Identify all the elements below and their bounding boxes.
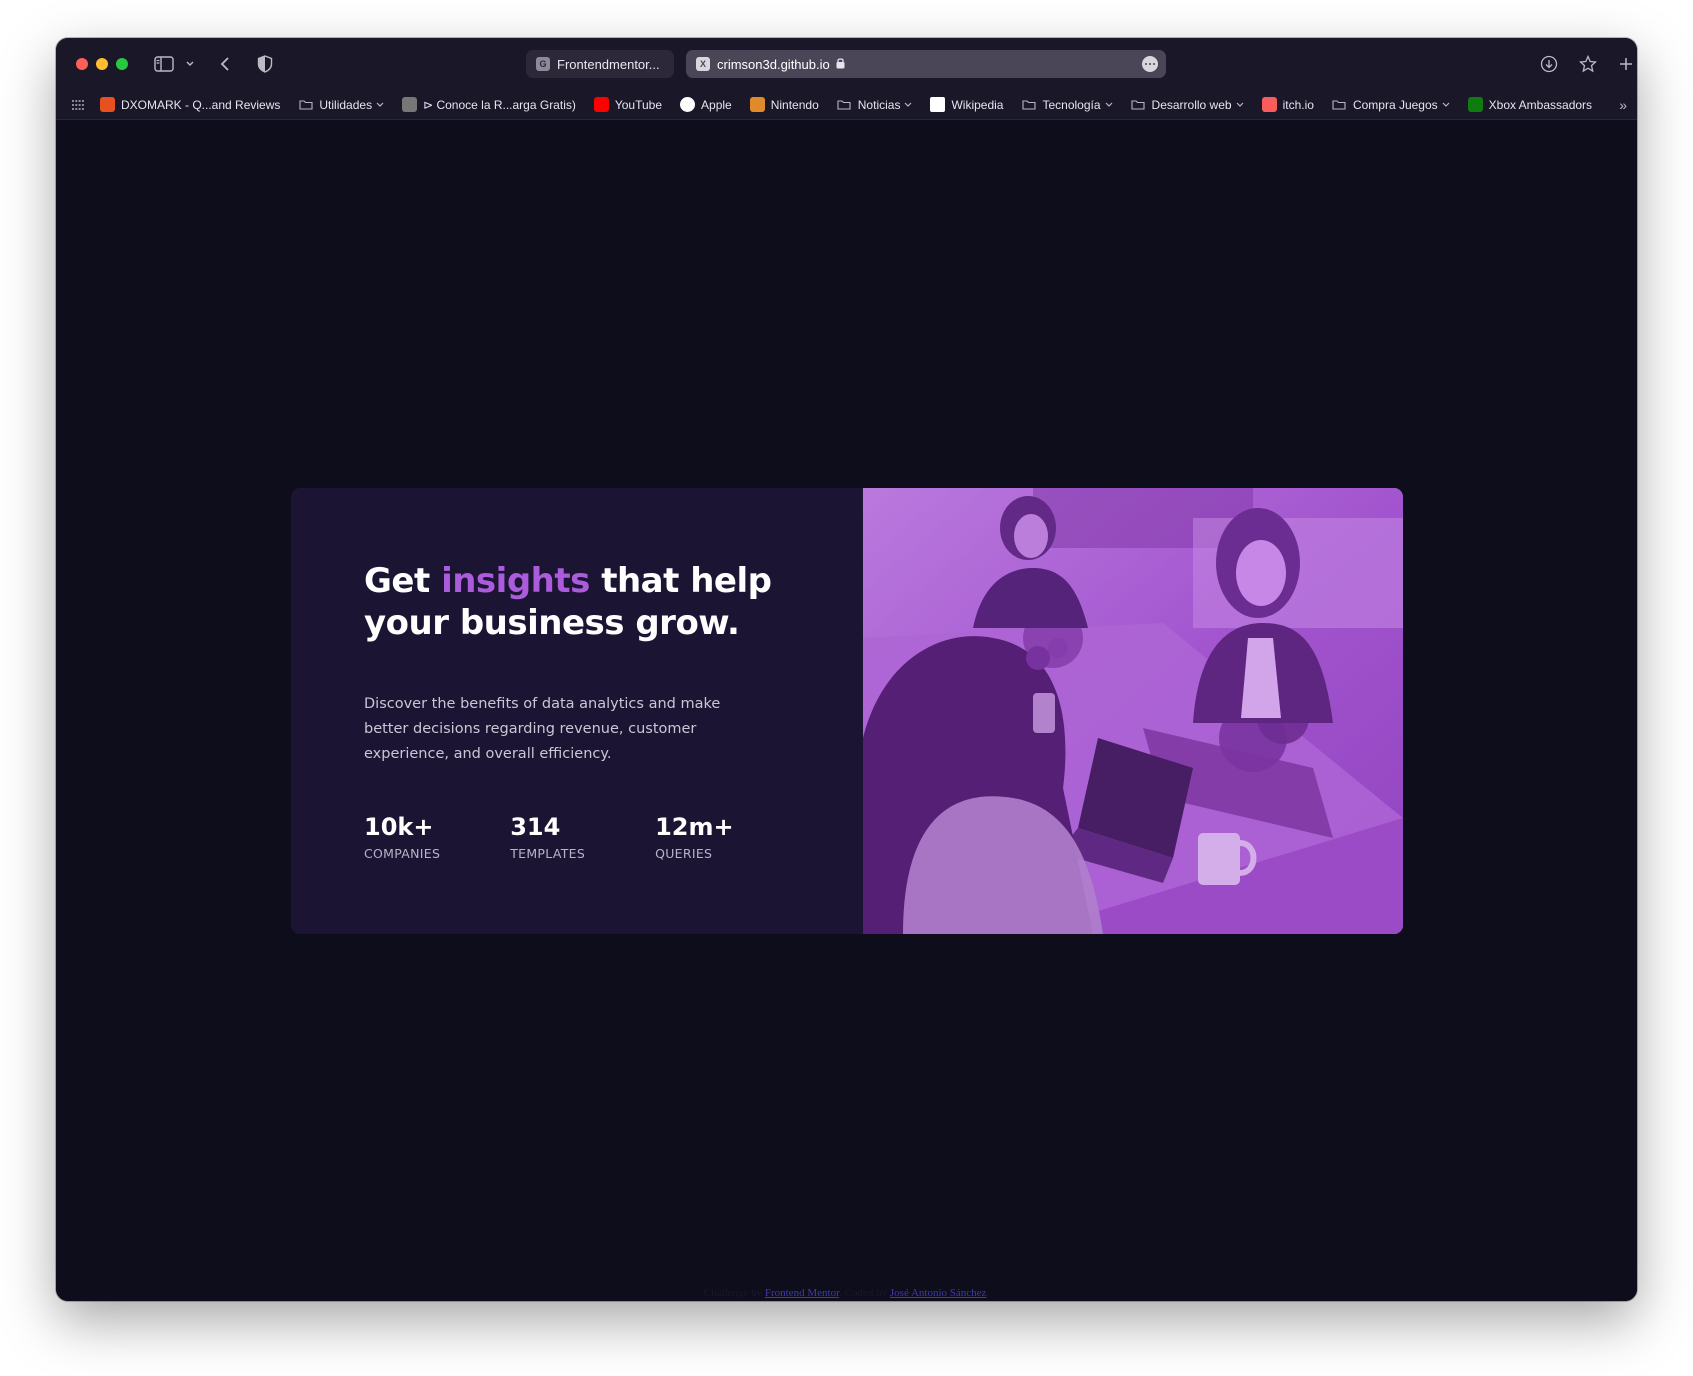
bookmark-item[interactable]: Compra Juegos [1332,94,1450,116]
close-window-button[interactable] [76,58,88,70]
folder-icon [837,97,852,112]
browser-window: G Frontendmentor... X crimson3d.github.i… [56,38,1637,1301]
bookmark-label: Nintendo [770,97,819,112]
bookmark-item[interactable]: Desarrollo web [1131,94,1244,116]
apple-icon [680,97,696,112]
stats-preview-card: Get insights that help your business gro… [291,488,1403,934]
stat-value: 10k+ [364,813,434,841]
chevron-down-icon [376,100,384,110]
lock-icon [836,57,845,72]
bookmark-item[interactable]: DXOMARK - Q...and Reviews [100,94,280,116]
stat-queries: 12m+ QUERIES [655,813,734,861]
stat-value: 314 [510,813,561,841]
privacy-shield-icon[interactable] [253,52,277,76]
stat-label: COMPANIES [364,846,441,861]
bookmark-label: Wikipedia [951,97,1004,112]
team-working-photo [863,488,1403,934]
attribution-prefix: Challenge by [703,1287,765,1299]
folder-icon [298,97,313,112]
wikipedia-icon [930,97,946,112]
mario-icon [749,97,765,112]
stat-label: QUERIES [655,846,713,861]
headline-accent: insights [441,561,590,601]
bookmark-label: YouTube [614,97,663,112]
chevron-down-icon [1105,100,1113,110]
bookmark-label: Tecnología [1042,97,1101,112]
attribution-suffix: . [986,1287,990,1299]
tab-favicon: X [696,57,710,71]
tab-favicon: G [536,57,550,71]
downloads-icon[interactable] [1537,52,1561,76]
author-link[interactable]: José Antonio Sánchez [890,1287,987,1299]
bookmark-item[interactable]: Utilidades [298,94,384,116]
bookmark-item[interactable]: Nintendo [749,94,819,116]
stat-templates: 314 TEMPLATES [510,813,585,861]
attribution: Challenge by Frontend Mentor. Coded by J… [56,1287,1637,1299]
stat-label: TEMPLATES [510,846,586,861]
dxomark-icon [100,97,115,112]
chevron-down-icon[interactable] [178,52,202,76]
bookmark-label: Utilidades [319,97,373,112]
card-headline: Get insights that help your business gro… [364,560,784,644]
youtube-icon [593,97,609,112]
folder-icon [1131,97,1146,112]
bookmark-item[interactable]: YouTube [593,94,663,116]
attribution-middle: . Coded by [839,1287,890,1299]
bookmark-label: itch.io [1282,97,1314,112]
sidebar-toggle-icon[interactable] [152,52,176,76]
card-content: Get insights that help your business gro… [291,488,863,934]
tab-label: Frontendmentor... [557,56,660,72]
folder-icon [1332,97,1347,112]
new-tab-icon[interactable] [1614,52,1637,76]
tab-active-address[interactable]: X crimson3d.github.io [686,50,1166,78]
stat-companies: 10k+ COMPANIES [364,813,440,861]
apps-grid-icon[interactable] [72,94,84,116]
bookmark-item[interactable]: Noticias [837,94,913,116]
bookmarks-overflow-icon[interactable]: » [1619,97,1627,113]
title-bar: G Frontendmentor... X crimson3d.github.i… [56,38,1637,90]
address-text[interactable]: crimson3d.github.io [717,57,830,72]
bookmark-label: ⊳ Conoce la R...arga Gratis) [423,97,576,112]
stats-row: 10k+ COMPANIES 314 TEMPLATES 12m+ QUERIE… [364,813,863,861]
bookmark-label: Noticias [857,97,901,112]
frontend-mentor-link[interactable]: Frontend Mentor [765,1287,839,1299]
y-icon [402,97,418,112]
xbox-icon [1467,97,1483,112]
bookmark-label: Desarrollo web [1151,97,1232,112]
bookmark-item[interactable]: ⊳ Conoce la R...arga Gratis) [402,94,576,116]
bookmark-label: Xbox Ambassadors [1488,97,1593,112]
bookmark-label: DXOMARK - Q...and Reviews [121,97,281,112]
maximize-window-button[interactable] [116,58,128,70]
card-description: Discover the benefits of data analytics … [364,696,721,762]
minimize-window-button[interactable] [96,58,108,70]
bookmark-label: Compra Juegos [1352,97,1438,112]
chevron-down-icon [1236,100,1244,110]
bookmark-label: Apple [701,97,732,112]
more-options-icon[interactable] [1142,56,1158,72]
tab-frontendmentor[interactable]: G Frontendmentor... [526,50,674,78]
back-icon[interactable] [213,52,237,76]
chevron-down-icon [904,100,912,110]
stat-value: 12m+ [655,813,734,841]
bookmark-item[interactable]: Tecnología [1021,94,1112,116]
bookmark-item[interactable]: Apple [680,94,732,116]
folder-icon [1021,97,1036,112]
chevron-down-icon [1442,100,1450,110]
bookmark-item[interactable]: itch.io [1261,94,1314,116]
photo-illustration [863,488,1403,934]
page-viewport: Get insights that help your business gro… [56,121,1637,1301]
headline-start: Get [364,561,442,601]
favorite-star-icon[interactable] [1576,52,1600,76]
bookmark-item[interactable]: Xbox Ambassadors [1467,94,1593,116]
itchio-icon [1261,97,1277,112]
bookmark-item[interactable]: Wikipedia [930,94,1003,116]
bookmarks-bar: DXOMARK - Q...and Reviews Utilidades ⊳ Con… [56,90,1637,120]
